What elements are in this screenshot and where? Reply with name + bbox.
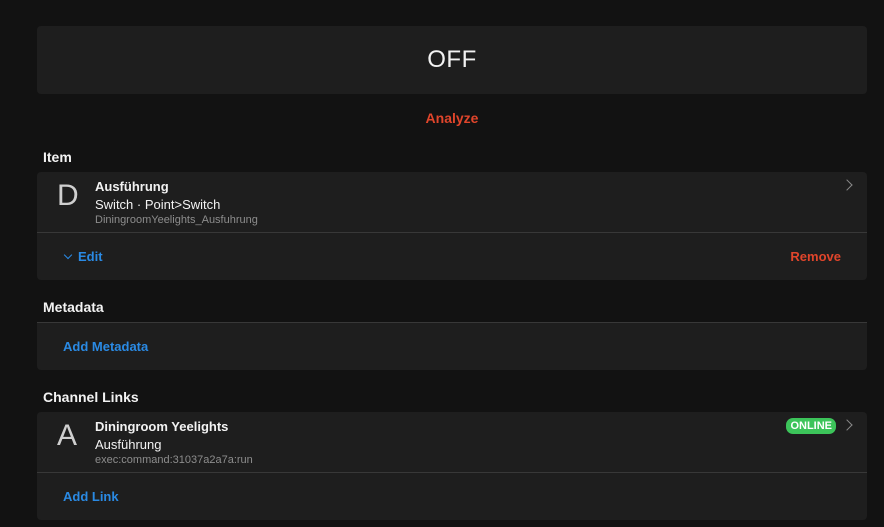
item-name: DiningroomYeelights_Ausfuhrung [95,214,258,226]
channel-links-card: A Diningroom Yeelights Ausführung exec:c… [37,412,867,520]
chevron-right-icon [841,419,853,431]
channel-links-section-title: Channel Links [43,389,139,405]
item-actions: Edit Remove [37,233,867,280]
analyze-row: Analyze [37,94,867,142]
item-label: Ausführung [95,179,169,194]
item-page: OFF Analyze Item D Ausführung Switch · P… [37,26,867,520]
item-state-value: OFF [427,46,477,73]
item-state-card[interactable]: OFF [37,26,867,94]
channel-link-item[interactable]: A Diningroom Yeelights Ausführung exec:c… [37,412,867,472]
chevron-right-icon [841,179,853,191]
status-badge: ONLINE [786,418,836,434]
metadata-section-title: Metadata [43,299,104,315]
add-metadata-button[interactable]: Add Metadata [37,323,867,370]
edit-label: Edit [78,249,103,264]
item-letter-icon: D [57,179,79,212]
link-channel-uid: exec:command:31037a2a7a:run [95,454,253,466]
item-type: Switch · Point>Switch [95,197,221,212]
link-letter-icon: A [57,419,78,452]
item-card: D Ausführung Switch · Point>Switch Dinin… [37,172,867,280]
item-section-title: Item [43,149,72,165]
analyze-button[interactable]: Analyze [426,110,479,126]
remove-button[interactable]: Remove [790,233,841,280]
link-thing-label: Diningroom Yeelights [95,419,229,434]
edit-button[interactable]: Edit [63,233,103,280]
item-list-item[interactable]: D Ausführung Switch · Point>Switch Dinin… [37,172,867,232]
metadata-card: Add Metadata [37,322,867,370]
chevron-down-icon [63,250,73,260]
add-link-button[interactable]: Add Link [37,473,867,520]
link-channel-label: Ausführung [95,437,162,452]
